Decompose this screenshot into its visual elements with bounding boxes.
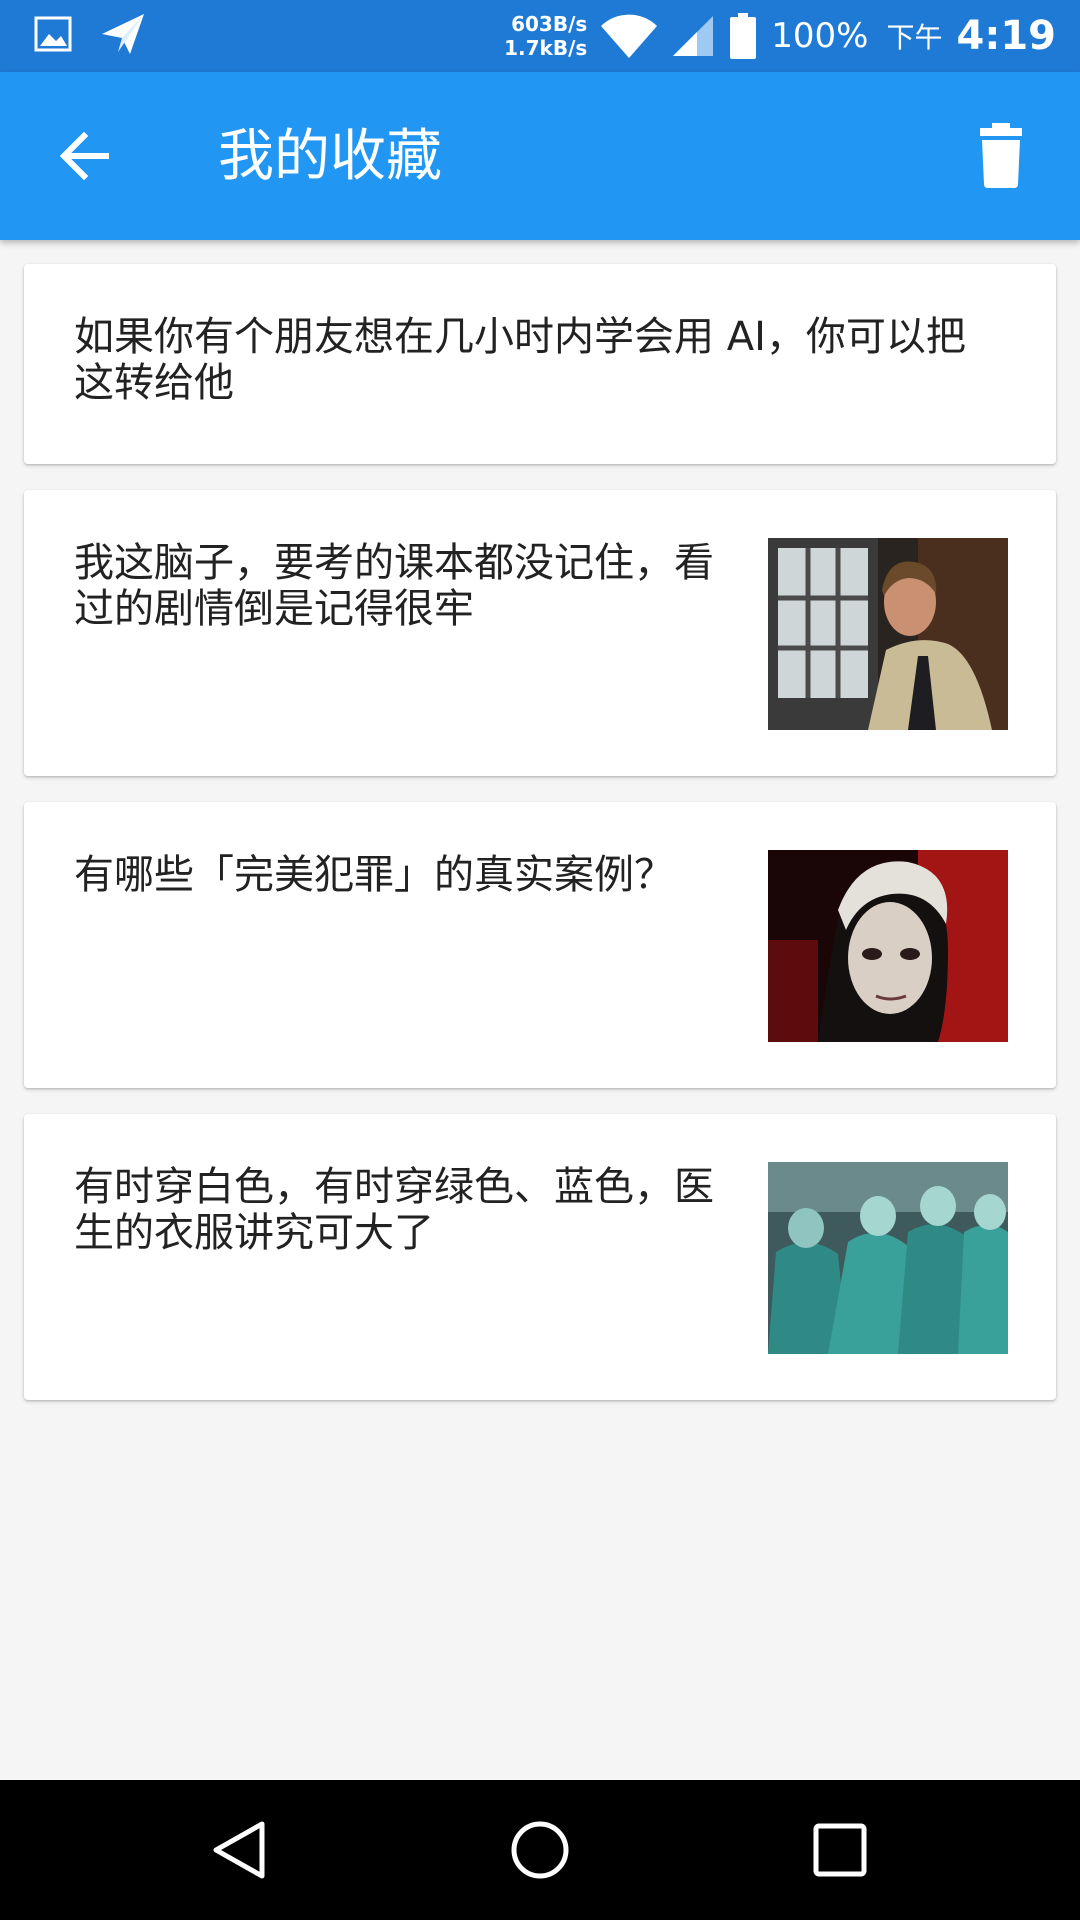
favorite-title: 有哪些「完美犯罪」的真实案例？: [74, 852, 674, 898]
delete-button[interactable]: [966, 122, 1036, 192]
clock: 4:19: [956, 13, 1057, 59]
time-prefix: 下午: [886, 21, 943, 54]
battery-percent: 100%: [771, 16, 869, 56]
wifi-icon: [601, 14, 658, 58]
favorite-thumbnail: [768, 538, 1008, 730]
network-speed: 603B/s 1.7kB/s: [504, 12, 587, 60]
net-down-speed: 1.7kB/s: [504, 36, 588, 60]
favorite-card[interactable]: 如果你有个朋友想在几小时内学会用 AI，你可以把这转给他: [24, 264, 1056, 464]
man-in-beige-jacket-photo: [768, 538, 1008, 730]
nav-home-button[interactable]: [508, 1818, 572, 1882]
navigation-bar: [0, 1780, 1080, 1920]
status-bar: 603B/s 1.7kB/s 100% 下午 4:19: [0, 0, 1080, 72]
favorite-thumbnail: [768, 1162, 1008, 1354]
pale-face-red-background-photo: [768, 850, 1008, 1042]
signal-icon: [673, 16, 714, 56]
surgeons-operating-photo: [768, 1162, 1008, 1354]
recents-square-icon: [813, 1823, 867, 1877]
favorite-title: 如果你有个朋友想在几小时内学会用 AI，你可以把这转给他: [74, 314, 966, 406]
back-triangle-icon: [213, 1821, 265, 1879]
back-button[interactable]: [50, 120, 122, 192]
favorite-title: 我这脑子，要考的课本都没记住，看过的剧情倒是记得很牢: [74, 540, 714, 632]
arrow-left-icon: [59, 131, 109, 181]
page-title: 我的收藏: [218, 124, 442, 189]
home-circle-icon: [511, 1821, 569, 1879]
favorite-card[interactable]: 我这脑子，要考的课本都没记住，看过的剧情倒是记得很牢: [24, 490, 1056, 776]
favorite-thumbnail: [768, 850, 1008, 1042]
status-left-icons: [34, 12, 146, 56]
battery-icon: [730, 13, 757, 59]
nav-back-button[interactable]: [208, 1818, 272, 1882]
status-right: 603B/s 1.7kB/s 100% 下午 4:19: [504, 8, 1056, 64]
send-icon: [102, 14, 144, 54]
favorite-card[interactable]: 有时穿白色，有时穿绿色、蓝色，医生的衣服讲究可大了: [24, 1114, 1056, 1400]
favorite-title: 有时穿白色，有时穿绿色、蓝色，医生的衣服讲究可大了: [74, 1164, 714, 1256]
favorite-card[interactable]: 有哪些「完美犯罪」的真实案例？: [24, 802, 1056, 1088]
app-bar: 我的收藏: [0, 72, 1080, 240]
image-icon: [34, 16, 72, 52]
nav-recents-button[interactable]: [808, 1818, 872, 1882]
trash-icon: [980, 123, 1022, 188]
net-up-speed: 603B/s: [511, 12, 588, 36]
